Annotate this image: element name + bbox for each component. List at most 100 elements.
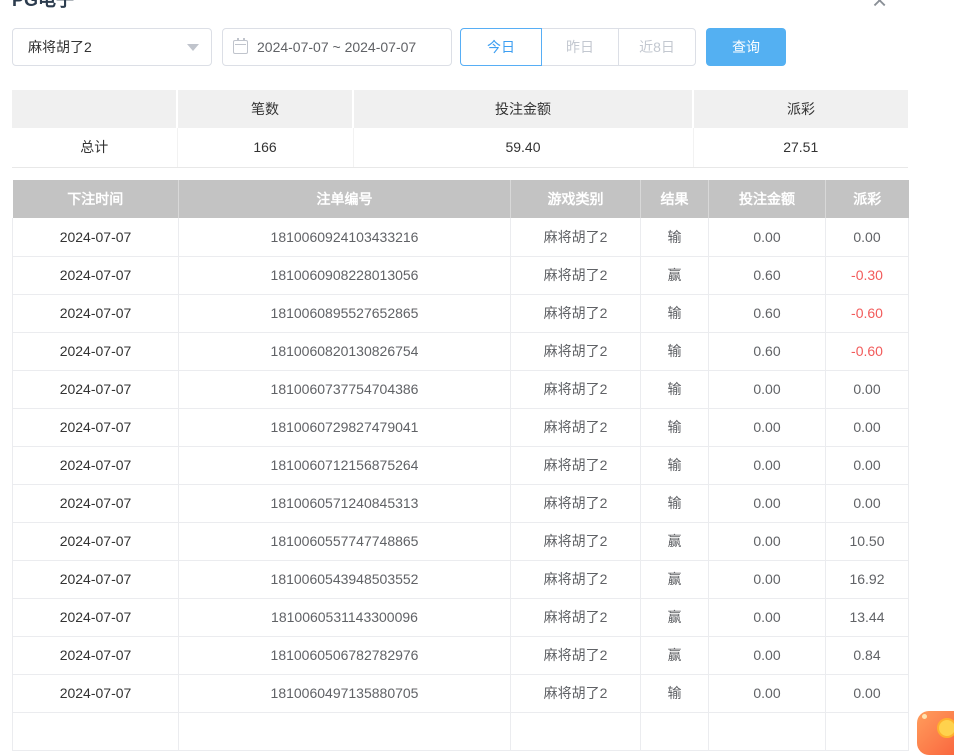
modal-title: PG电子 xyxy=(12,0,74,12)
notification-dot xyxy=(922,714,927,719)
summary-header-bet-amount: 投注金额 xyxy=(353,90,693,128)
table-row: 2024-07-07 1810060908228013056 麻将胡了2 赢 0… xyxy=(13,256,909,294)
table-row-partial xyxy=(13,712,909,750)
col-header-bet-time: 下注时间 xyxy=(13,180,179,218)
cell-bet-id: 1810060543948503552 xyxy=(179,560,511,598)
cell-result: 输 xyxy=(641,294,709,332)
cell-payout: 0.00 xyxy=(826,218,909,256)
cell-bet-id: 1810060729827479041 xyxy=(179,408,511,446)
cell-payout: -0.30 xyxy=(826,256,909,294)
summary-header-row: 笔数 投注金额 派彩 xyxy=(12,90,908,128)
bet-table: 下注时间 注单编号 游戏类别 结果 投注金额 派彩 2024-07-07 181… xyxy=(12,180,909,751)
cell-payout: 0.00 xyxy=(826,446,909,484)
cell-bet-amount: 0.60 xyxy=(709,294,826,332)
cell-game-type: 麻将胡了2 xyxy=(511,560,641,598)
cell-result: 输 xyxy=(641,446,709,484)
cell-game-type: 麻将胡了2 xyxy=(511,446,641,484)
bet-table-body: 2024-07-07 1810060924103433216 麻将胡了2 输 0… xyxy=(13,218,909,712)
today-button[interactable]: 今日 xyxy=(460,28,542,66)
cell-payout xyxy=(826,712,909,750)
cell-bet-time: 2024-07-07 xyxy=(13,256,179,294)
col-header-bet-amount: 投注金额 xyxy=(709,180,826,218)
cell-payout: 0.00 xyxy=(826,674,909,712)
cell-bet-amount: 0.00 xyxy=(709,408,826,446)
cell-bet-time: 2024-07-07 xyxy=(13,636,179,674)
cell-result: 输 xyxy=(641,484,709,522)
summary-total-row: 总计 166 59.40 27.51 xyxy=(12,128,908,167)
table-row: 2024-07-07 1810060506782782976 麻将胡了2 赢 0… xyxy=(13,636,909,674)
cell-payout: 0.00 xyxy=(826,484,909,522)
floating-promo-button[interactable] xyxy=(917,711,954,755)
cell-payout: 10.50 xyxy=(826,522,909,560)
cell-bet-amount: 0.00 xyxy=(709,484,826,522)
game-select[interactable]: 麻将胡了2 xyxy=(12,28,212,66)
cell-bet-amount xyxy=(709,712,826,750)
cell-result: 输 xyxy=(641,408,709,446)
cell-payout: 16.92 xyxy=(826,560,909,598)
date-range-input[interactable]: 2024-07-07 ~ 2024-07-07 xyxy=(222,28,452,66)
cell-result: 赢 xyxy=(641,636,709,674)
cell-bet-time: 2024-07-07 xyxy=(13,522,179,560)
summary-header-blank xyxy=(12,90,177,128)
cell-bet-id: 1810060497135880705 xyxy=(179,674,511,712)
last-8-days-button[interactable]: 近8日 xyxy=(618,28,696,66)
cell-bet-amount: 0.00 xyxy=(709,522,826,560)
col-header-bet-id: 注单编号 xyxy=(179,180,511,218)
cell-bet-id: 1810060557747748865 xyxy=(179,522,511,560)
cell-payout: -0.60 xyxy=(826,332,909,370)
cell-game-type: 麻将胡了2 xyxy=(511,674,641,712)
cell-game-type: 麻将胡了2 xyxy=(511,294,641,332)
cell-bet-amount: 0.60 xyxy=(709,256,826,294)
cell-payout: -0.60 xyxy=(826,294,909,332)
cell-game-type: 麻将胡了2 xyxy=(511,522,641,560)
cell-bet-id: 1810060506782782976 xyxy=(179,636,511,674)
partial-row-body xyxy=(13,712,909,750)
yesterday-button[interactable]: 昨日 xyxy=(541,28,619,66)
cell-payout: 13.44 xyxy=(826,598,909,636)
cell-bet-time: 2024-07-07 xyxy=(13,446,179,484)
table-row: 2024-07-07 1810060712156875264 麻将胡了2 输 0… xyxy=(13,446,909,484)
cell-bet-id: 1810060712156875264 xyxy=(179,446,511,484)
summary-header-count: 笔数 xyxy=(177,90,353,128)
table-row: 2024-07-07 1810060820130826754 麻将胡了2 输 0… xyxy=(13,332,909,370)
table-row: 2024-07-07 1810060895527652865 麻将胡了2 输 0… xyxy=(13,294,909,332)
cell-game-type: 麻将胡了2 xyxy=(511,636,641,674)
cell-result: 输 xyxy=(641,332,709,370)
cell-result: 赢 xyxy=(641,256,709,294)
cell-bet-amount: 0.00 xyxy=(709,598,826,636)
total-count: 166 xyxy=(177,128,353,167)
cell-bet-amount: 0.00 xyxy=(709,370,826,408)
cell-bet-id: 1810060908228013056 xyxy=(179,256,511,294)
cell-game-type: 麻将胡了2 xyxy=(511,256,641,294)
cell-bet-amount: 0.00 xyxy=(709,674,826,712)
cell-bet-id xyxy=(179,712,511,750)
cell-game-type: 麻将胡了2 xyxy=(511,332,641,370)
cell-bet-time: 2024-07-07 xyxy=(13,294,179,332)
close-icon[interactable]: × xyxy=(872,0,887,13)
cell-bet-amount: 0.00 xyxy=(709,446,826,484)
cell-bet-time: 2024-07-07 xyxy=(13,674,179,712)
col-header-payout: 派彩 xyxy=(826,180,909,218)
cell-result: 输 xyxy=(641,370,709,408)
filter-bar: 麻将胡了2 2024-07-07 ~ 2024-07-07 今日 昨日 近8日 … xyxy=(12,28,786,66)
coin-icon xyxy=(937,718,954,738)
cell-game-type xyxy=(511,712,641,750)
table-row: 2024-07-07 1810060737754704386 麻将胡了2 输 0… xyxy=(13,370,909,408)
cell-bet-id: 1810060924103433216 xyxy=(179,218,511,256)
cell-payout: 0.84 xyxy=(826,636,909,674)
search-button[interactable]: 查询 xyxy=(706,28,786,66)
cell-result: 赢 xyxy=(641,560,709,598)
date-range-value: 2024-07-07 ~ 2024-07-07 xyxy=(257,39,416,55)
cell-payout: 0.00 xyxy=(826,370,909,408)
cell-bet-amount: 0.00 xyxy=(709,636,826,674)
total-bet-amount: 59.40 xyxy=(353,128,693,167)
cell-bet-time xyxy=(13,712,179,750)
cell-game-type: 麻将胡了2 xyxy=(511,218,641,256)
cell-bet-time: 2024-07-07 xyxy=(13,560,179,598)
total-label: 总计 xyxy=(12,128,177,167)
table-row: 2024-07-07 1810060729827479041 麻将胡了2 输 0… xyxy=(13,408,909,446)
cell-bet-amount: 0.60 xyxy=(709,332,826,370)
bet-table-header-row: 下注时间 注单编号 游戏类别 结果 投注金额 派彩 xyxy=(13,180,909,218)
col-header-result: 结果 xyxy=(641,180,709,218)
cell-result: 赢 xyxy=(641,522,709,560)
